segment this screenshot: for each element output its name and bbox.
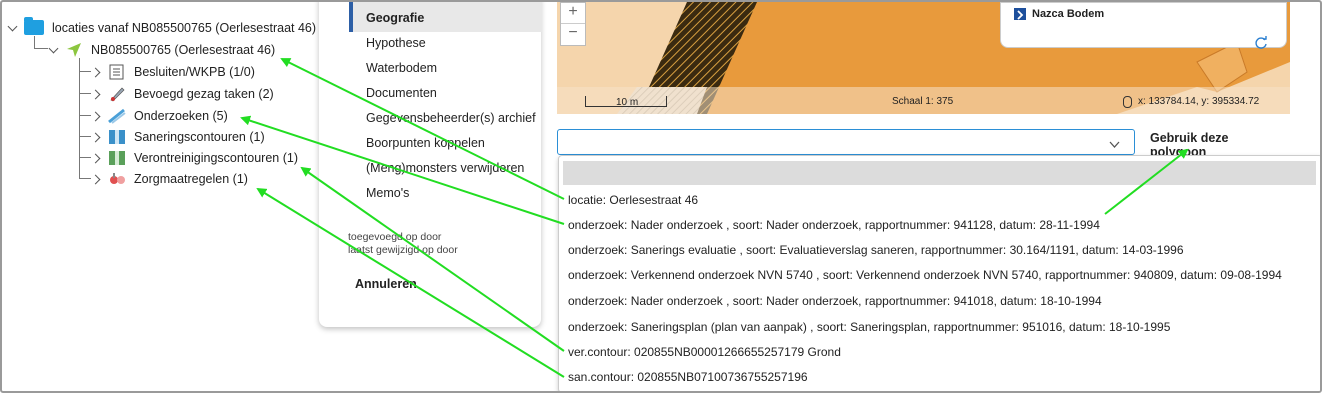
changed-by-text: laatst gewijzigd op door (348, 244, 458, 256)
dropdown-option[interactable]: onderzoek: Verkennend onderzoek NVN 5740… (568, 268, 1282, 282)
menu-item-mengmonsters[interactable]: (Meng)monsters verwijderen (366, 161, 524, 175)
added-by-text: toegevoegd op door (348, 231, 442, 243)
document-list-icon (108, 64, 126, 80)
tree-item-label: Besluiten/WKPB (1/0) (134, 65, 255, 79)
chevron-right-icon[interactable] (92, 67, 102, 77)
tree-root-label: locaties vanaf NB085500765 (Oerlesestraa… (52, 20, 317, 35)
dropdown-option-empty[interactable] (563, 161, 1316, 185)
tree-root[interactable]: locaties vanaf NB085500765 (Oerlesestraa… (8, 17, 317, 35)
investigation-icon (108, 108, 126, 124)
tree-location-label: NB085500765 (Oerlesestraat 46) (91, 43, 276, 57)
dropdown-option[interactable]: onderzoek: Saneringsplan (plan van aanpa… (568, 320, 1170, 334)
tree-item-verontreinigingscontouren[interactable]: Verontreinigingscontouren (1) (92, 150, 298, 166)
chevron-right-icon[interactable] (92, 111, 102, 121)
tree-item-zorgmaatregelen[interactable]: Zorgmaatregelen (1) (92, 171, 248, 187)
tree-item-label: Zorgmaatregelen (1) (134, 172, 248, 186)
location-pointer-icon (65, 42, 83, 58)
mouse-icon (1123, 96, 1132, 108)
layer-popup: Nazca Bodem (1000, 2, 1287, 49)
chevron-right-icon[interactable] (92, 89, 102, 99)
tree-item-label: Verontreinigingscontouren (1) (134, 151, 298, 165)
menu-item-hypothese[interactable]: Hypothese (366, 36, 426, 50)
tree-item-bevoegd-gezag[interactable]: Bevoegd gezag taken (2) (92, 86, 274, 102)
chevron-right-icon[interactable] (92, 153, 102, 163)
zoom-out-button[interactable]: − (561, 24, 585, 44)
tree-location-node[interactable]: NB085500765 (Oerlesestraat 46) (49, 42, 275, 58)
dropdown-option[interactable]: locatie: Oerlesestraat 46 (568, 193, 698, 207)
chevron-right-icon[interactable] (1014, 8, 1026, 20)
refresh-icon[interactable] (1254, 36, 1268, 55)
cancel-button[interactable]: Annuleren (355, 277, 417, 291)
tree-item-label: Onderzoeken (5) (134, 109, 228, 123)
chevron-right-icon[interactable] (92, 174, 102, 184)
polygon-select[interactable] (557, 129, 1135, 155)
tree-item-label: Bevoegd gezag taken (2) (134, 87, 274, 101)
contamination-contour-icon (108, 150, 126, 166)
menu-item-boorpunten[interactable]: Boorpunten koppelen (366, 136, 485, 150)
polygon-dropdown: locatie: Oerlesestraat 46 onderzoek: Nad… (558, 155, 1320, 391)
scale-bar-label: 10 m (616, 97, 639, 108)
tree-item-onderzoeken[interactable]: Onderzoeken (5) (92, 108, 228, 124)
tree-item-label: Saneringscontouren (1) (134, 130, 265, 144)
tree-item-besluiten[interactable]: Besluiten/WKPB (1/0) (92, 64, 255, 80)
menu-item-waterbodem[interactable]: Waterbodem (366, 61, 437, 75)
pen-task-icon (108, 86, 126, 102)
coordinates-readout: x: 133784.14, y: 395334.72 (1138, 96, 1260, 107)
dropdown-option[interactable]: ver.contour: 020855NB00001266655257179 G… (568, 345, 841, 359)
menu-item-geografie[interactable]: Geografie (366, 11, 424, 25)
chevron-right-icon[interactable] (92, 132, 102, 142)
remediation-contour-icon (108, 129, 126, 145)
scale-text: Schaal 1: 375 (892, 96, 954, 107)
dropdown-option[interactable]: onderzoek: Nader onderzoek , soort: Nade… (568, 218, 1100, 232)
chevron-down-icon[interactable] (8, 23, 18, 33)
folder-icon (24, 17, 44, 35)
menu-item-archief[interactable]: Gegevensbeheerder(s) archief (366, 111, 536, 125)
zoom-in-button[interactable]: + (561, 3, 585, 24)
menu-item-documenten[interactable]: Documenten (366, 86, 437, 100)
chevron-down-icon[interactable] (49, 45, 59, 55)
layer-label: Nazca Bodem (1032, 8, 1105, 20)
tree-item-saneringscontouren[interactable]: Saneringscontouren (1) (92, 129, 265, 145)
chevron-down-icon[interactable] (1109, 136, 1120, 154)
zoom-control: + − (560, 2, 586, 46)
dropdown-option[interactable]: san.contour: 020855NB07100736755257196 (568, 370, 808, 384)
window-frame: locaties vanaf NB085500765 (Oerlesestraa… (0, 0, 1322, 393)
care-measure-icon (108, 171, 126, 187)
menu-item-memos[interactable]: Memo's (366, 186, 409, 200)
dropdown-option[interactable]: onderzoek: Nader onderzoek , soort: Nade… (568, 294, 1102, 308)
dropdown-option[interactable]: onderzoek: Sanerings evaluatie , soort: … (568, 243, 1184, 257)
use-polygon-button[interactable]: Gebruik deze polygoon (1138, 130, 1293, 159)
